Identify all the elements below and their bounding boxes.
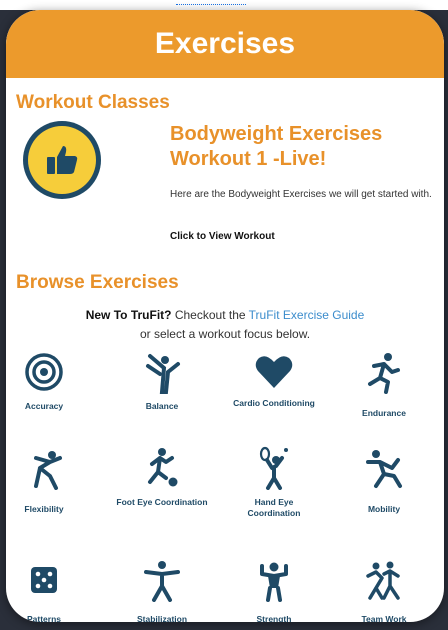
category-label: Stabilization (136, 614, 188, 622)
balance-icon (146, 354, 180, 394)
team-icon (366, 561, 400, 600)
category-flexibility[interactable]: Flexibility (6, 446, 90, 515)
target-icon (25, 353, 63, 391)
category-team-work[interactable]: Team Work (338, 558, 430, 622)
thumbs-up-icon (47, 146, 78, 174)
top-strip (0, 0, 448, 10)
category-foot-eye[interactable]: Foot Eye Coordination (116, 446, 208, 508)
category-hand-eye[interactable]: Hand Eye Coordination (228, 446, 320, 519)
category-label: Hand Eye Coordination (247, 497, 301, 518)
page-header: Exercises (6, 10, 444, 78)
category-label: Team Work (361, 614, 407, 622)
stretch-icon (34, 451, 62, 490)
exercises-card: Exercises Workout Classes Bodyweight Exe… (6, 10, 444, 622)
category-mobility[interactable]: Mobility (338, 446, 430, 515)
category-label: Mobility (367, 504, 401, 514)
category-label: Strength (256, 614, 292, 622)
category-label: Foot Eye Coordination (116, 497, 208, 507)
category-accuracy[interactable]: Accuracy (6, 350, 90, 412)
view-workout-link[interactable]: Click to View Workout (170, 231, 275, 242)
class-description: Here are the Bodyweight Exercises we wil… (170, 189, 432, 200)
category-label: Patterns (26, 614, 61, 622)
category-label: Endurance (362, 408, 406, 418)
soccer-icon (148, 448, 178, 487)
category-patterns[interactable]: Patterns (6, 558, 90, 622)
class-title[interactable]: Bodyweight Exercises Workout 1 -Live! (170, 122, 440, 172)
category-stabilization[interactable]: Stabilization (116, 558, 208, 622)
category-balance[interactable]: Balance (116, 350, 208, 412)
tennis-icon (259, 446, 288, 490)
category-endurance[interactable]: Endurance (338, 350, 430, 419)
category-label: Balance (145, 401, 179, 411)
browse-exercises-heading: Browse Exercises (16, 272, 179, 293)
stabilization-icon (144, 561, 180, 602)
intro-line2: or select a workout focus below. (139, 327, 311, 341)
browse-intro: New To TruFit? Checkout the TruFit Exerc… (6, 306, 444, 344)
category-label: Accuracy (24, 401, 64, 411)
category-strength[interactable]: Strength (228, 558, 320, 622)
category-cardio[interactable]: Cardio Conditioning (228, 350, 320, 409)
dice-icon (31, 567, 57, 593)
mobility-icon (366, 450, 402, 488)
runner-icon (368, 353, 400, 394)
exercise-guide-link[interactable]: TruFit Exercise Guide (249, 308, 365, 322)
workout-classes-heading: Workout Classes (16, 92, 170, 113)
class-title-line2[interactable]: Workout 1 -Live! (170, 147, 440, 172)
category-label: Flexibility (24, 504, 64, 514)
thumbs-up-badge[interactable] (28, 126, 96, 194)
strength-icon (260, 562, 288, 602)
heart-icon (255, 356, 293, 388)
class-title-line1[interactable]: Bodyweight Exercises (170, 122, 440, 147)
category-label: Cardio Conditioning (233, 398, 315, 408)
intro-text: Checkout the (171, 308, 249, 322)
intro-bold: New To TruFit? (85, 308, 172, 322)
focus-underline (176, 0, 246, 5)
page-title: Exercises (154, 27, 296, 60)
